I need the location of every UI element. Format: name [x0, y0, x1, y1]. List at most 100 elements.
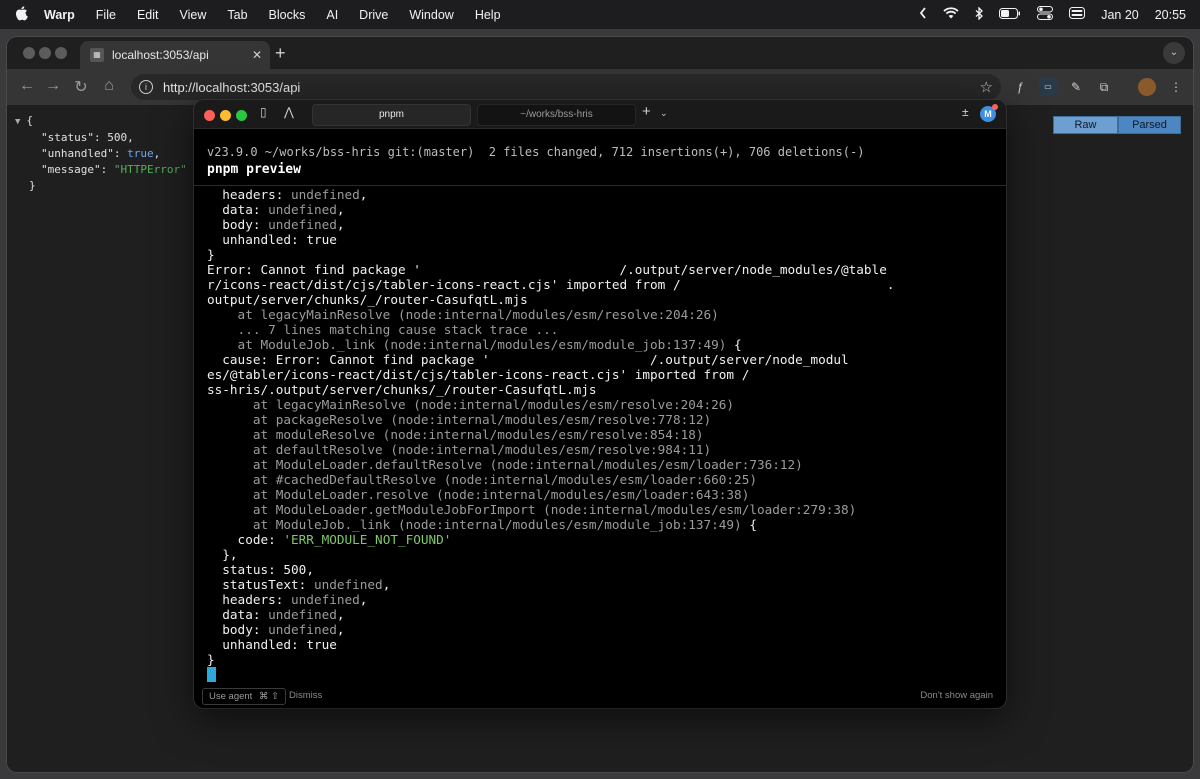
- terminal-text: undefined: [268, 622, 337, 637]
- warp-close-button[interactable]: [204, 110, 215, 121]
- control-center-icon[interactable]: [1037, 6, 1054, 23]
- collapse-caret-icon[interactable]: ▼: [15, 117, 20, 127]
- terminal-text: {: [741, 517, 757, 532]
- menu-window[interactable]: Window: [409, 8, 453, 22]
- apple-icon[interactable]: [14, 5, 30, 25]
- window-zoom-button[interactable]: [55, 47, 67, 59]
- terminal-line: data: undefined,: [207, 202, 1002, 217]
- terminal-text: data:: [207, 607, 269, 622]
- battery-icon[interactable]: [999, 7, 1021, 22]
- menu-blocks[interactable]: Blocks: [269, 8, 306, 22]
- terminal-text: ,: [382, 577, 391, 592]
- json-value: 500: [107, 131, 128, 144]
- terminal-output[interactable]: headers: undefined, data: undefined, bod…: [207, 187, 1002, 682]
- terminal-line: at #cachedDefaultResolve (node:internal/…: [207, 472, 1002, 487]
- menu-drive[interactable]: Drive: [359, 8, 388, 22]
- terminal-text: es/@tabler/icons-react/dist/cjs/tabler-i…: [207, 367, 750, 382]
- json-key: "message": [41, 163, 101, 176]
- terminal-line: body: undefined,: [207, 622, 1002, 637]
- menu-ai[interactable]: AI: [326, 8, 338, 22]
- notification-dot: [992, 104, 998, 110]
- terminal-line: headers: undefined,: [207, 592, 1002, 607]
- raw-button[interactable]: Raw: [1053, 116, 1118, 134]
- menubar-date[interactable]: Jan 20: [1101, 8, 1139, 22]
- browser-tab[interactable]: ▦ localhost:3053/api ✕: [80, 41, 270, 69]
- extension-fx-icon[interactable]: ƒ: [1011, 78, 1029, 96]
- extensions-puzzle-icon[interactable]: ⧉: [1095, 78, 1113, 96]
- terminal-line: es/@tabler/icons-react/dist/cjs/tabler-i…: [207, 367, 1002, 382]
- warp-tab-pnpm[interactable]: pnpm: [312, 104, 471, 126]
- address-bar[interactable]: i http://localhost:3053/api ☆: [131, 74, 1001, 100]
- menu-app-name[interactable]: Warp: [44, 8, 75, 22]
- new-tab-chevron-icon[interactable]: ⌄: [660, 108, 668, 119]
- parsed-button[interactable]: Parsed: [1118, 116, 1181, 134]
- json-comma: ,: [127, 131, 134, 144]
- warp-tab-bss-hris[interactable]: ~/works/bss-hris: [477, 104, 636, 126]
- toggle-icon[interactable]: [1069, 7, 1086, 22]
- use-agent-button[interactable]: Use agent ⌘ ⇧: [202, 688, 287, 705]
- warp-zoom-button[interactable]: [236, 110, 247, 121]
- tab-search-chevron-icon[interactable]: ⌄: [1163, 42, 1185, 64]
- warp-logo-icon[interactable]: ⋀: [284, 105, 294, 119]
- terminal-text: at ModuleLoader.defaultResolve (node:int…: [207, 457, 803, 472]
- site-info-icon[interactable]: i: [139, 80, 153, 94]
- window-minimize-button[interactable]: [39, 47, 51, 59]
- forward-arrow-icon[interactable]: →: [43, 77, 63, 95]
- reload-icon[interactable]: ↻: [71, 77, 91, 97]
- terminal-line: at ModuleLoader.defaultResolve (node:int…: [207, 457, 1002, 472]
- json-value: "HTTPError": [113, 163, 187, 176]
- terminal-text: code:: [207, 532, 284, 547]
- menu-file[interactable]: File: [96, 8, 116, 22]
- terminal-cursor: [207, 667, 216, 682]
- terminal-line: at ModuleLoader.getModuleJobForImport (n…: [207, 502, 1002, 517]
- terminal-line: }: [207, 247, 1002, 262]
- terminal-line: code: 'ERR_MODULE_NOT_FOUND': [207, 532, 1002, 547]
- json-view-toggle: Raw Parsed: [1053, 116, 1181, 134]
- wifi-icon[interactable]: [943, 7, 959, 22]
- terminal-line: cause: Error: Cannot find package ' /.ou…: [207, 352, 1002, 367]
- terminal-line: at packageResolve (node:internal/modules…: [207, 412, 1002, 427]
- dismiss-button[interactable]: Dismiss: [289, 690, 322, 701]
- terminal-line: statusText: undefined,: [207, 577, 1002, 592]
- address-bar-url[interactable]: http://localhost:3053/api: [163, 80, 300, 95]
- warp-terminal-window: ▯ ⋀ pnpm ~/works/bss-hris + ⌄ ± M v23.9.…: [194, 100, 1006, 708]
- new-tab-plus-icon[interactable]: +: [275, 43, 286, 64]
- terminal-text: at packageResolve (node:internal/modules…: [207, 412, 712, 427]
- extension-pen-icon[interactable]: ✎: [1067, 78, 1085, 96]
- menu-help[interactable]: Help: [475, 8, 501, 22]
- terminal-line: at defaultResolve (node:internal/modules…: [207, 442, 1002, 457]
- terminal-line: at ModuleJob._link (node:internal/module…: [207, 517, 1002, 532]
- terminal-text: true: [306, 637, 337, 652]
- terminal-text: cause: Error: Cannot find package ' /.ou…: [207, 352, 849, 367]
- terminal-line: ss-hris/.output/server/chunks/_/router-C…: [207, 382, 1002, 397]
- tab-close-icon[interactable]: ✕: [252, 48, 262, 62]
- extension-monitor-icon[interactable]: ▭: [1039, 78, 1057, 96]
- menu-tab[interactable]: Tab: [227, 8, 247, 22]
- terminal-line: at legacyMainResolve (node:internal/modu…: [207, 307, 1002, 322]
- menubar-status-area: Jan 20 20:55: [919, 0, 1186, 29]
- warp-minimize-button[interactable]: [220, 110, 231, 121]
- browser-menu-icon[interactable]: ⋮: [1167, 78, 1185, 96]
- sidebar-toggle-icon[interactable]: ▯: [260, 105, 267, 119]
- terminal-text: undefined: [313, 577, 383, 592]
- menu-edit[interactable]: Edit: [137, 8, 159, 22]
- json-open-brace: {: [26, 114, 34, 127]
- new-tab-plus-icon[interactable]: +: [642, 103, 651, 120]
- back-arrow-icon[interactable]: ←: [17, 77, 37, 95]
- terminal-text: 500: [283, 562, 307, 577]
- share-icon[interactable]: ±: [962, 105, 969, 119]
- json-value: true: [127, 147, 154, 160]
- bluetooth-icon[interactable]: [975, 5, 984, 23]
- terminal-text: undefined: [291, 592, 360, 607]
- terminal-line: data: undefined,: [207, 607, 1002, 622]
- window-close-button[interactable]: [23, 47, 35, 59]
- bookmark-star-icon[interactable]: ☆: [980, 78, 993, 96]
- menu-view[interactable]: View: [180, 8, 207, 22]
- menubar-time[interactable]: 20:55: [1155, 8, 1186, 22]
- dont-show-again-button[interactable]: Don't show again: [920, 690, 993, 701]
- chevron-left-icon[interactable]: [919, 7, 927, 22]
- prompt-block[interactable]: v23.9.0 ~/works/bss-hris git:(master) 2 …: [194, 129, 1006, 186]
- profile-avatar[interactable]: [1138, 78, 1156, 96]
- home-icon[interactable]: ⌂: [99, 77, 119, 95]
- terminal-text: ,: [336, 622, 345, 637]
